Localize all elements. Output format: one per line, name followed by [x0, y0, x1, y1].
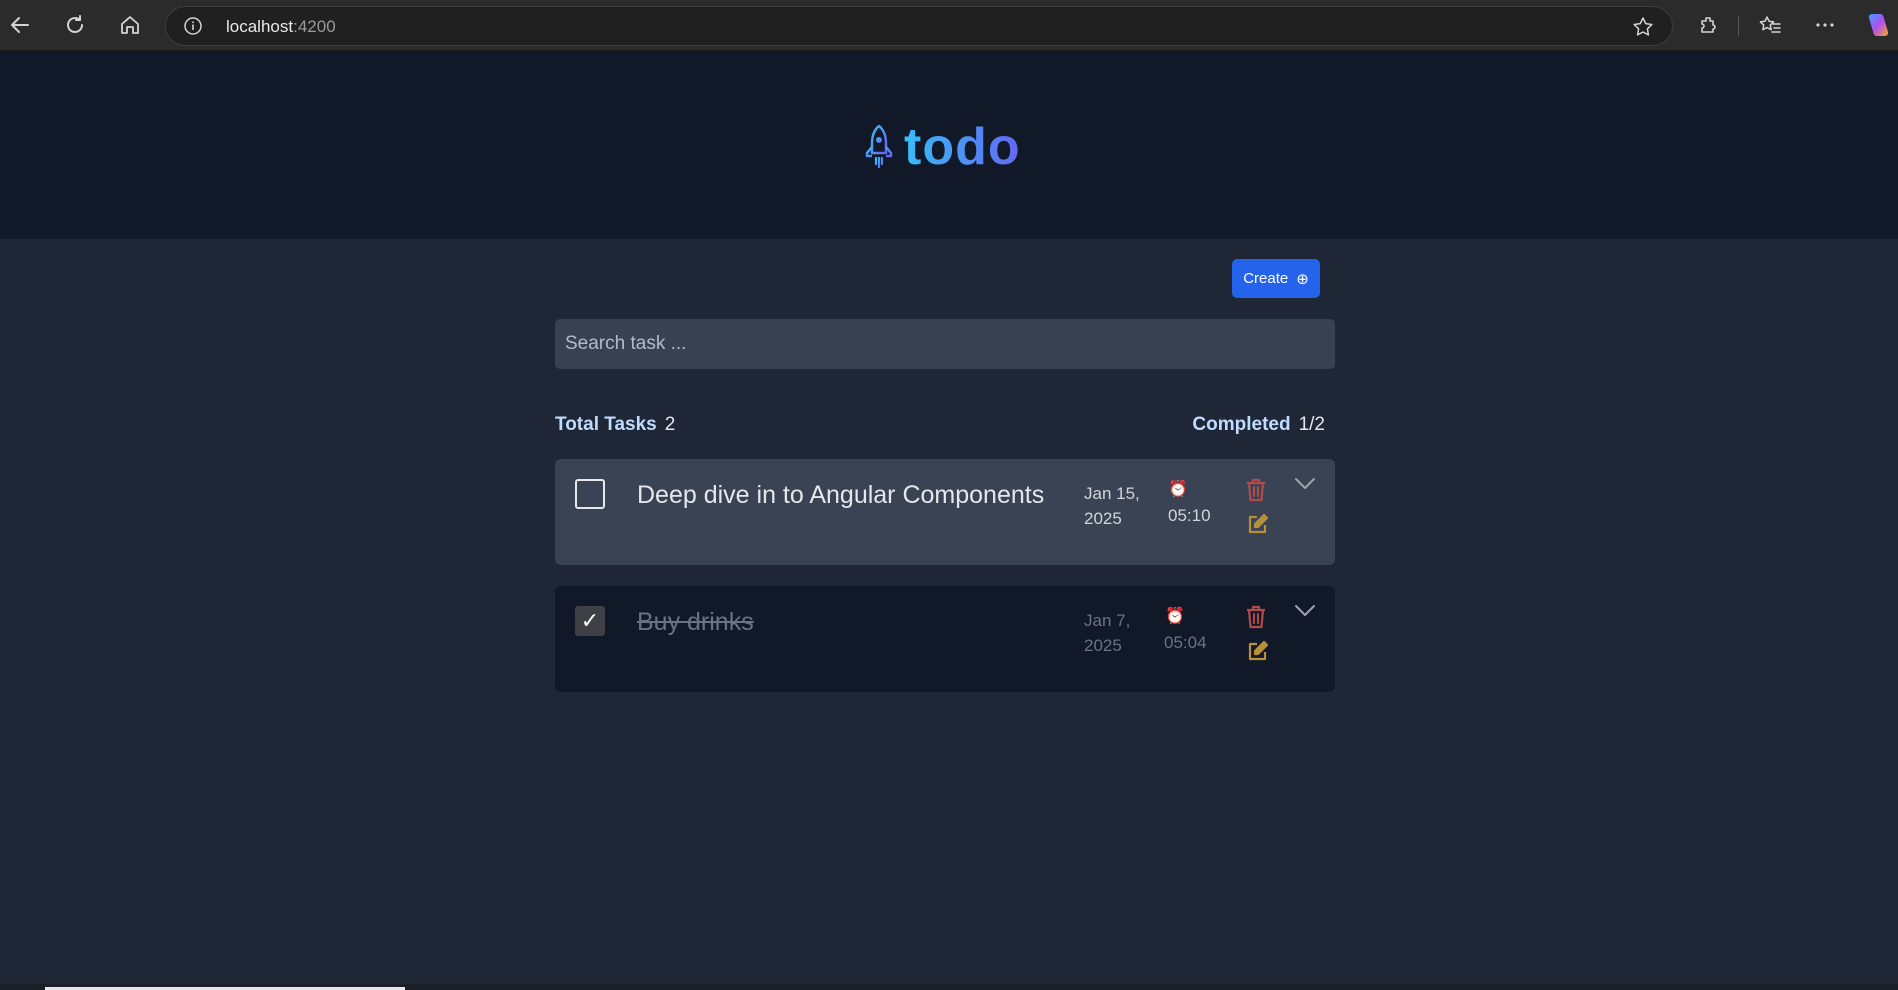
total-tasks-value: 2: [664, 414, 676, 435]
task-time: 05:10: [1168, 506, 1211, 525]
toolbar-divider: [1738, 16, 1739, 36]
alarm-clock-icon: ⏰: [1165, 608, 1185, 625]
completed-label: Completed: [1192, 414, 1291, 435]
site-info-icon[interactable]: [184, 17, 202, 35]
total-tasks-stat: Total Tasks 2: [555, 414, 675, 436]
total-tasks-label: Total Tasks: [555, 414, 657, 435]
favorite-star-icon[interactable]: [1632, 16, 1654, 43]
app-title: todo: [904, 118, 1021, 176]
task-checkbox[interactable]: [575, 479, 605, 509]
back-icon[interactable]: [5, 10, 35, 40]
create-button[interactable]: Create ⊕: [1232, 259, 1320, 298]
task-date: Jan 7, 2025: [1084, 611, 1131, 655]
app-header: todo: [0, 51, 1898, 239]
task-date: Jan 15, 2025: [1084, 484, 1140, 528]
task-time: 05:04: [1164, 633, 1207, 652]
search-input[interactable]: [555, 319, 1335, 369]
edit-pencil-icon[interactable]: [1247, 513, 1269, 540]
horizontal-scrollbar[interactable]: [0, 984, 1898, 990]
add-circle-icon: ⊕: [1296, 270, 1309, 288]
copilot-icon[interactable]: [1862, 10, 1892, 40]
extensions-icon[interactable]: [1694, 10, 1724, 40]
browser-toolbar: localhost:4200: [0, 0, 1898, 51]
task-card: ✓ Buy drinks Jan 7, 2025 ⏰ 05:04: [555, 586, 1335, 692]
delete-trash-icon[interactable]: [1245, 477, 1267, 508]
chevron-down-icon[interactable]: [1294, 477, 1316, 496]
completed-stat: Completed 1/2: [1192, 414, 1325, 436]
refresh-icon[interactable]: [60, 10, 90, 40]
home-icon[interactable]: [115, 10, 145, 40]
alarm-clock-icon: ⏰: [1168, 481, 1188, 498]
edit-pencil-icon[interactable]: [1247, 640, 1269, 667]
address-bar[interactable]: localhost:4200: [165, 6, 1673, 46]
create-button-label: Create: [1243, 270, 1289, 287]
task-title: Deep dive in to Angular Components: [637, 481, 1045, 509]
more-options-icon[interactable]: [1810, 10, 1840, 40]
delete-trash-icon[interactable]: [1245, 604, 1267, 635]
task-checkbox-checked[interactable]: ✓: [575, 606, 605, 636]
completed-value: 1/2: [1298, 414, 1325, 435]
rocket-icon: [865, 124, 893, 169]
app-logo: todo: [862, 117, 1021, 177]
task-title: Buy drinks: [637, 608, 754, 636]
url-host: localhost: [226, 17, 294, 36]
favorites-icon[interactable]: [1755, 10, 1785, 40]
url-port: :4200: [293, 17, 336, 36]
chevron-down-icon[interactable]: [1294, 604, 1316, 623]
task-card: Deep dive in to Angular Components Jan 1…: [555, 459, 1335, 565]
url-text: localhost:4200: [226, 17, 336, 37]
